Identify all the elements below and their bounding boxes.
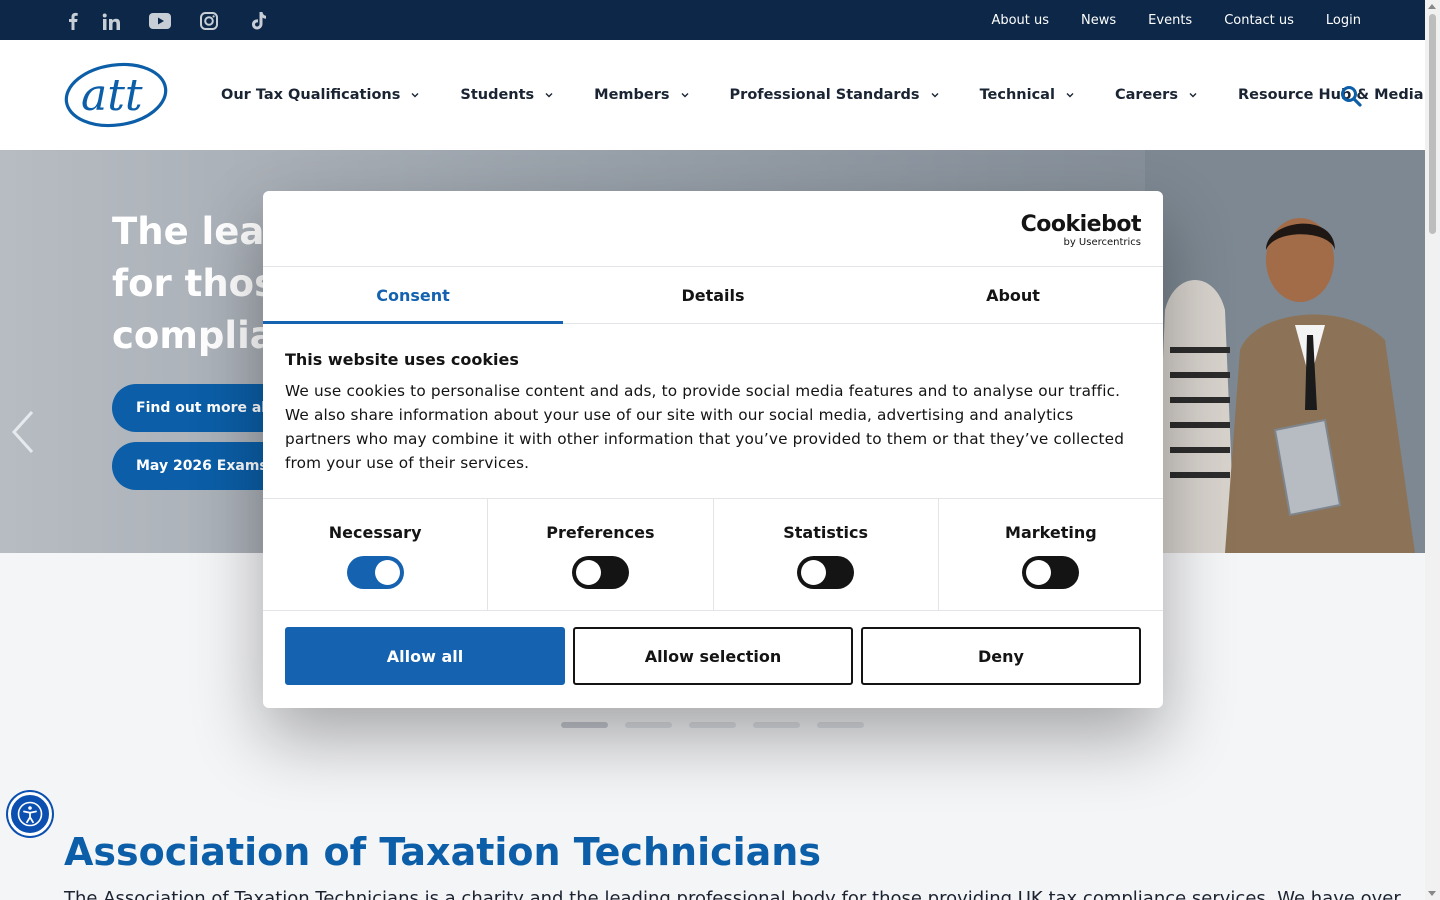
facebook-icon[interactable] xyxy=(62,10,84,32)
chevron-down-icon xyxy=(681,93,689,98)
nav-technical[interactable]: Technical xyxy=(980,87,1075,103)
logo-wordmark: att xyxy=(81,70,143,121)
carousel-dot[interactable] xyxy=(689,722,736,728)
cookie-consent-dialog: Cookiebot by Usercentrics Consent Detail… xyxy=(263,191,1163,708)
intro-text: The Association of Taxation Technicians … xyxy=(64,888,1401,900)
carousel-dot[interactable] xyxy=(753,722,800,728)
nav-our-tax-qualifications[interactable]: Our Tax Qualifications xyxy=(221,87,420,103)
nav-label: Professional Standards xyxy=(729,87,920,103)
cookiebot-subtitle: by Usercentrics xyxy=(1063,237,1141,248)
link-contact-us[interactable]: Contact us xyxy=(1224,13,1294,28)
cookiebot-wordmark: Cookiebot xyxy=(1020,212,1142,237)
chevron-down-icon xyxy=(931,93,939,98)
category-statistics: Statistics xyxy=(714,499,939,610)
youtube-icon[interactable] xyxy=(148,10,172,32)
top-bar: About us News Events Contact us Login xyxy=(0,0,1425,40)
category-marketing: Marketing xyxy=(939,499,1163,610)
scroll-thumb[interactable] xyxy=(1429,14,1436,234)
nav-students[interactable]: Students xyxy=(460,87,554,103)
tab-details[interactable]: Details xyxy=(563,267,863,323)
necessary-toggle[interactable] xyxy=(346,556,404,589)
chevron-down-icon xyxy=(545,93,553,98)
dialog-heading: This website uses cookies xyxy=(285,350,519,369)
allow-all-button[interactable]: Allow all xyxy=(285,627,565,685)
carousel-dot[interactable] xyxy=(817,722,864,728)
cookiebot-logo: Cookiebot by Usercentrics xyxy=(1020,212,1142,249)
carousel-dot[interactable] xyxy=(625,722,672,728)
dialog-tabs: Consent Details About xyxy=(263,267,1163,324)
page-scrollbar[interactable] xyxy=(1425,0,1440,900)
tiktok-icon[interactable] xyxy=(248,10,270,32)
deny-button[interactable]: Deny xyxy=(861,627,1141,685)
category-label: Statistics xyxy=(783,523,868,542)
chevron-down-icon xyxy=(1066,93,1074,98)
accessibility-button[interactable] xyxy=(8,792,52,836)
nav-professional-standards[interactable]: Professional Standards xyxy=(730,87,940,103)
scroll-down-icon[interactable] xyxy=(1428,891,1436,896)
statistics-toggle[interactable] xyxy=(797,556,855,589)
nav-label: Resource Hub & Media xyxy=(1237,87,1424,103)
page-title: Association of Taxation Technicians xyxy=(64,830,821,874)
link-about-us[interactable]: About us xyxy=(991,13,1049,28)
nav-label: Careers xyxy=(1114,87,1178,103)
link-events[interactable]: Events xyxy=(1148,13,1192,28)
dialog-text: We use cookies to personalise content an… xyxy=(285,382,1125,472)
nav-label: Members xyxy=(594,87,670,103)
utility-links: About us News Events Contact us Login xyxy=(991,0,1361,40)
scroll-up-icon[interactable] xyxy=(1428,4,1436,9)
dialog-actions: Allow all Allow selection Deny xyxy=(263,611,1163,701)
accessibility-icon xyxy=(17,801,43,827)
chevron-down-icon xyxy=(411,93,419,98)
att-logo[interactable]: att xyxy=(64,62,170,128)
tab-about[interactable]: About xyxy=(863,267,1163,323)
nav-label: Students xyxy=(460,87,535,103)
category-label: Preferences xyxy=(546,523,655,542)
nav-members[interactable]: Members xyxy=(594,87,689,103)
carousel-dot[interactable] xyxy=(561,722,608,728)
site-header: att Our Tax Qualifications Students Memb… xyxy=(0,40,1440,150)
hero-image xyxy=(1145,150,1425,553)
nav-label: Our Tax Qualifications xyxy=(221,87,401,103)
chevron-down-icon xyxy=(1189,93,1197,98)
instagram-icon[interactable] xyxy=(198,10,220,32)
category-preferences: Preferences xyxy=(488,499,714,610)
preferences-toggle[interactable] xyxy=(571,556,629,589)
nav-label: Technical xyxy=(979,87,1055,103)
link-login[interactable]: Login xyxy=(1326,13,1361,28)
carousel-prev-icon[interactable] xyxy=(10,410,36,454)
carousel-indicators xyxy=(561,722,864,728)
allow-selection-button[interactable]: Allow selection xyxy=(573,627,853,685)
main-nav: Our Tax Qualifications Students Members … xyxy=(221,40,1440,150)
dialog-header: Cookiebot by Usercentrics xyxy=(263,191,1163,267)
marketing-toggle[interactable] xyxy=(1022,556,1080,589)
search-icon[interactable] xyxy=(1339,84,1363,108)
linkedin-icon[interactable] xyxy=(100,10,122,32)
category-label: Marketing xyxy=(1005,523,1097,542)
category-necessary: Necessary xyxy=(263,499,489,610)
nav-careers[interactable]: Careers xyxy=(1115,87,1198,103)
link-news[interactable]: News xyxy=(1081,13,1116,28)
cookie-categories: Necessary Preferences Statistics Marketi… xyxy=(263,499,1163,611)
tab-consent[interactable]: Consent xyxy=(263,267,563,324)
category-label: Necessary xyxy=(328,523,422,542)
dialog-body: This website uses cookies We use cookies… xyxy=(263,324,1163,499)
